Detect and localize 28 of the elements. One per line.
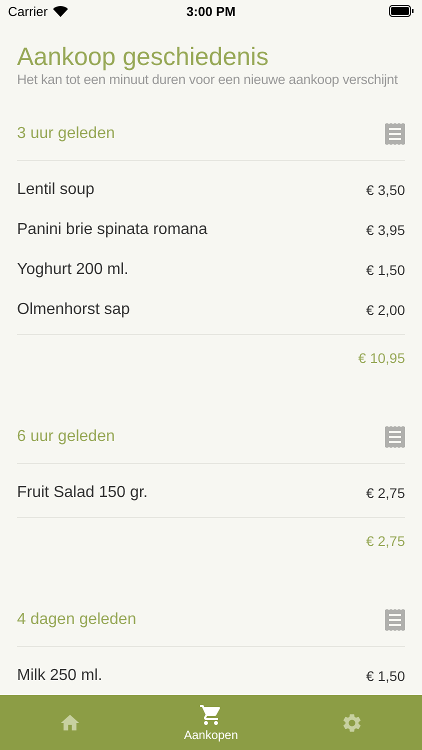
- item-name: Lentil soup: [17, 181, 94, 199]
- item-price: € 1,50: [366, 262, 405, 278]
- item-price: € 1,50: [366, 668, 405, 684]
- item-name: Panini brie spinata romana: [17, 221, 208, 239]
- item-name: Yoghurt 200 ml.: [17, 261, 128, 279]
- battery-icon: [389, 5, 414, 17]
- item-price: € 3,95: [366, 222, 405, 238]
- purchase-time: 3 uur geleden: [17, 125, 115, 143]
- cart-icon[interactable]: [199, 703, 223, 727]
- receipt-icon[interactable]: [385, 609, 405, 631]
- page-title: Aankoop geschiedenis: [17, 42, 270, 72]
- item-name: Fruit Salad 150 gr.: [17, 484, 148, 502]
- clock-time: 3:00 PM: [186, 4, 236, 18]
- carrier-label: Carrier: [8, 4, 48, 18]
- wifi-icon: [52, 6, 68, 16]
- purchase-total: € 10,95: [358, 350, 405, 366]
- receipt-icon[interactable]: [385, 123, 405, 145]
- page-subtitle: Het kan tot een minuut duren voor een nieuwe aankoop verschijnt: [17, 72, 399, 87]
- purchase-time: 6 uur geleden: [17, 428, 115, 446]
- item-name: Milk 250 ml.: [17, 667, 102, 685]
- receipt-icon[interactable]: [385, 426, 405, 448]
- purchase-time: 4 dagen geleden: [17, 611, 136, 629]
- item-price: € 2,00: [366, 302, 405, 318]
- item-price: € 2,75: [366, 485, 405, 501]
- purchase-total: € 2,75: [366, 533, 405, 549]
- item-name: Olmenhorst sap: [17, 301, 130, 319]
- item-price: € 3,50: [366, 182, 405, 198]
- gear-icon[interactable]: [340, 712, 363, 734]
